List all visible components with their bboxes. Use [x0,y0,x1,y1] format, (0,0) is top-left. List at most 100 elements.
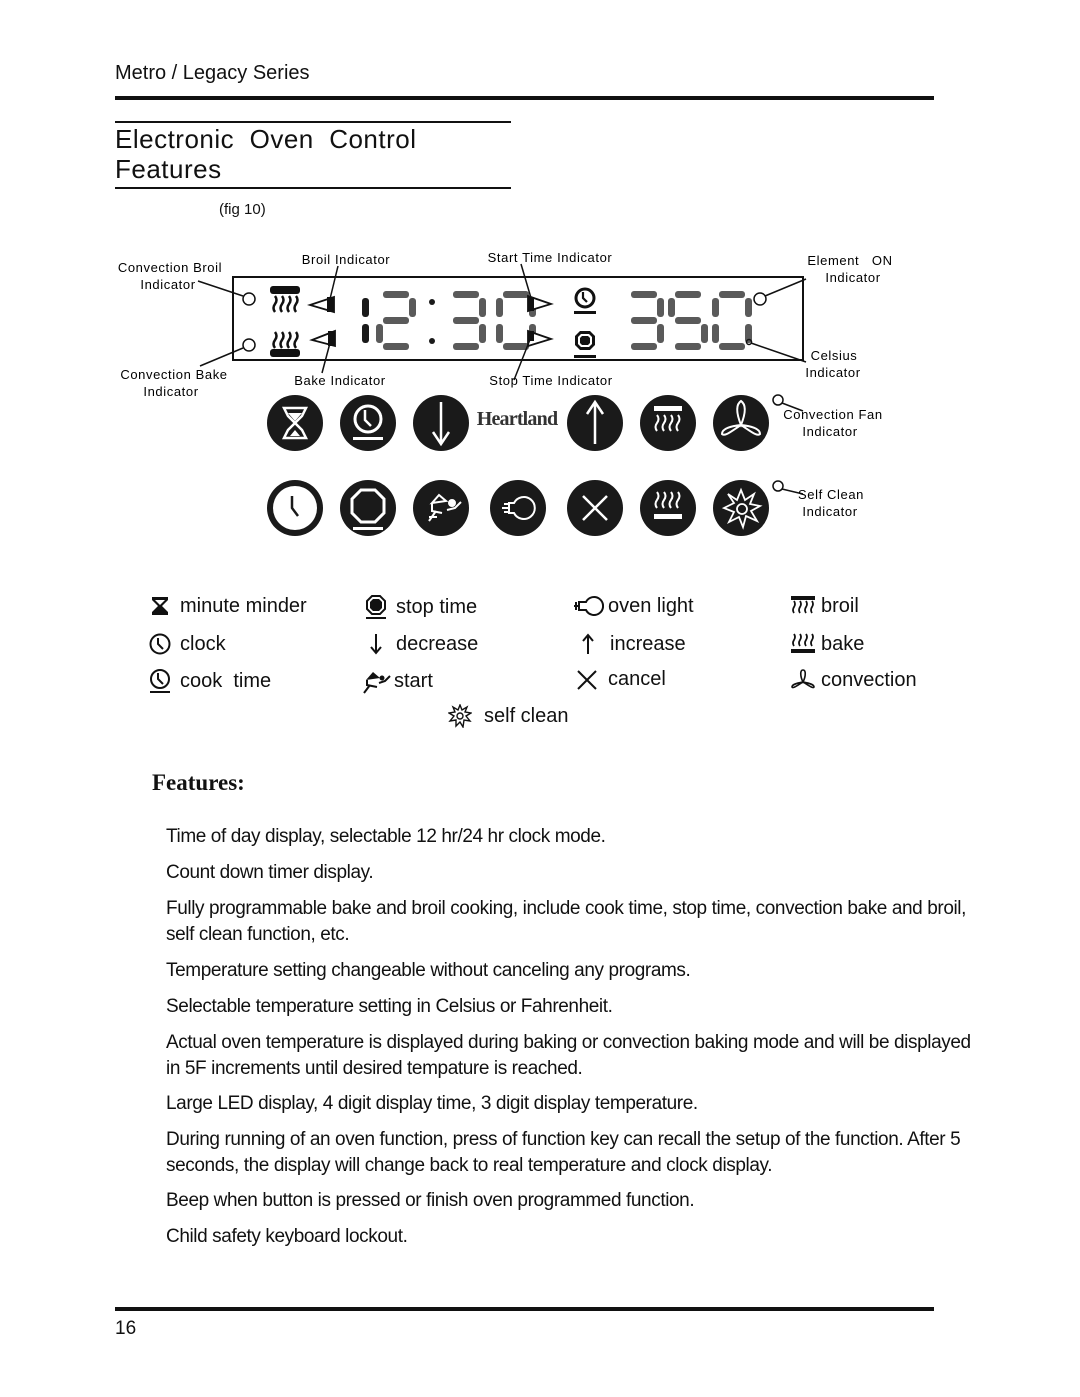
element-on-indicator [753,292,767,306]
callout-convection-broil-2: Indicator [140,277,195,292]
self-clean-icon [448,704,472,728]
features-heading: Features: [152,770,245,795]
cancel-key[interactable] [567,480,623,536]
callout-convection-fan-1: Convection Fan [783,407,882,422]
lcd-segment [383,291,409,298]
lcd-segment [453,343,479,350]
feature-item: Child safety keyboard lockout. [166,1226,408,1247]
clock-icon [273,486,317,530]
lcd-segment [409,298,416,317]
lcd-segment [496,298,503,317]
lcd-segment [719,291,745,298]
legend-label: self clean [484,704,569,727]
callout-convection-broil-1: Convection Broil [118,260,222,275]
legend-label: clock [180,632,226,655]
display-broil-icon [270,286,300,313]
lcd-segment [383,317,409,324]
legend-label: stop time [396,595,478,618]
lcd-segment [745,298,752,317]
lcd-segment [719,343,745,350]
callout-celsius-2: Indicator [805,365,860,380]
callout-bake: Bake Indicator [294,373,386,388]
legend-minute-minder: minute minder [148,594,307,618]
start-key[interactable] [413,480,469,536]
legend-label: decrease [396,632,479,655]
lcd-segment [453,291,479,298]
callout-celsius-1: Celsius [811,348,858,363]
lcd-colon-dot [429,338,435,344]
callout-convection-bake-2: Indicator [143,384,198,399]
lcd-segment [668,298,675,317]
legend-broil: broil [790,594,859,618]
legend-clock: clock [148,632,226,656]
display-cook-time-icon [574,287,596,314]
minute-minder-key[interactable] [267,395,323,451]
callout-broil: Broil Indicator [302,252,391,267]
display-stop-time-icon [574,331,596,358]
self-clean-indicator [772,480,784,492]
cook-time-icon [150,669,170,693]
bake-key[interactable] [640,480,696,536]
lcd-segment [503,343,529,350]
lcd-segment [657,324,664,343]
cook-time-key[interactable] [340,395,396,451]
legend-self-clean: self clean [448,704,569,728]
display-bake-icon [270,331,300,357]
feature-item: During running of an oven function, pres… [166,1129,961,1176]
lcd-segment [496,324,503,343]
arrow-up-icon [582,633,594,654]
cancel-icon [577,669,597,690]
clock-key[interactable] [267,480,323,536]
decrease-key[interactable] [413,395,469,451]
callout-start-time: Start Time Indicator [488,250,613,265]
broil-icon [791,596,815,614]
legend-bake: bake [790,632,864,656]
start-time-indicator-triangle [527,294,554,313]
self-clean-key[interactable] [713,480,769,536]
feature-item: Count down timer display. [166,862,374,883]
feature-item: Temperature setting changeable without c… [166,960,691,981]
legend-label: cook time [180,669,272,692]
start-icon [363,672,391,694]
oven-light-key[interactable] [490,480,546,536]
lcd-segment [701,324,708,343]
legend-label: cancel [608,668,666,690]
feature-item: Actual oven temperature is displayed dur… [166,1032,971,1079]
feature-item: Beep when button is pressed or finish ov… [166,1190,695,1211]
legend-label: convection [821,668,917,691]
legend-cancel: cancel [576,668,666,691]
lcd-segment [453,317,479,324]
callout-stop-time: Stop Time Indicator [489,373,612,388]
convection-broil-indicator [242,292,256,306]
lcd-segment [675,343,701,350]
legend-label: bake [821,632,865,655]
key-legend: minute minder clock cook time stop time … [148,594,948,734]
legend-increase: increase [578,632,686,656]
feature-item: Large LED display, 4 digit display time,… [166,1093,698,1114]
legend-label: minute minder [180,594,307,617]
clock-icon [149,633,171,655]
broil-key[interactable] [640,395,696,451]
convection-key[interactable] [713,395,769,451]
stop-time-key[interactable] [340,480,396,536]
feature-item: Fully programmable bake and broil cookin… [166,898,967,945]
lcd-temperature-display [631,291,752,350]
lcd-segment [376,324,383,343]
legend-convection: convection [790,668,917,692]
bake-indicator-triangle [309,329,336,348]
lcd-segment [631,291,657,298]
callout-convection-bake-1: Convection Bake [120,367,227,382]
lcd-segment [362,298,369,317]
increase-key[interactable] [567,395,623,451]
callout-element-on-2: Indicator [825,270,880,285]
lcd-segment [712,298,719,317]
lcd-segment [631,343,657,350]
stop-time-icon [366,595,386,619]
lcd-segment [657,298,664,317]
oven-control-diagram: Convection Broil Indicator Convection Ba… [118,250,892,536]
callout-self-clean-2: Indicator [802,504,857,519]
brand-logo: Heartland [477,408,558,430]
hourglass-icon [152,597,168,615]
footer-rule [115,1307,934,1311]
light-bulb-icon [574,596,604,616]
